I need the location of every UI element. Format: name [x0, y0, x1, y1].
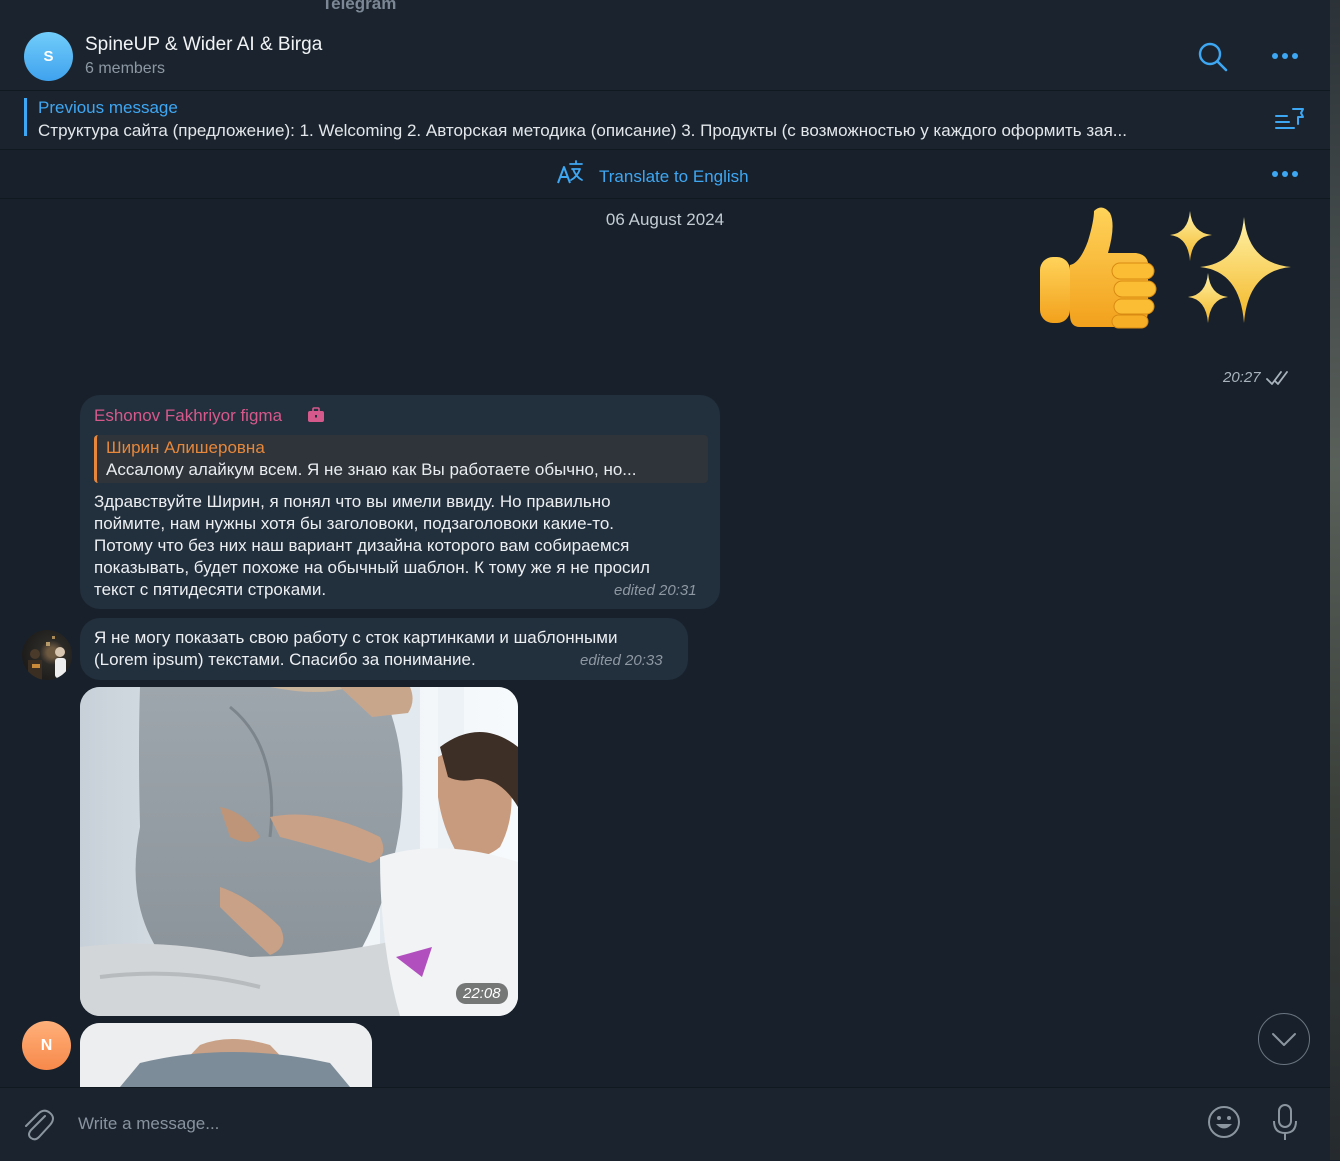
sparkles-icon [1170, 211, 1291, 323]
reply-quote[interactable]: Ширин Алишеровна Ассалому алайкум всем. … [94, 435, 708, 483]
message-input[interactable] [76, 1108, 1180, 1140]
message-time: 20:27 [1223, 369, 1261, 386]
message-text: Я не могу показать свою работу с сток ка… [94, 627, 617, 671]
message-line: поймите, нам нужны хотя бы заголовоки, п… [94, 514, 615, 533]
sender-avatar[interactable] [22, 630, 72, 680]
emoji-icon[interactable] [1206, 1104, 1242, 1140]
message-line: Потому что без них наш вариант дизайна к… [94, 536, 630, 555]
chat-header: S SpineUP & Wider AI & Birga 6 members [0, 22, 1330, 91]
briefcase-icon [307, 407, 325, 423]
pinned-accent-bar [24, 98, 27, 136]
message-line: Здравствуйте Ширин, я понял что вы имели… [94, 492, 611, 511]
sender-avatar-n[interactable]: N [22, 1021, 71, 1070]
sender-name[interactable]: Eshonov Fakhriyor figma [94, 406, 282, 426]
chat-title[interactable]: SpineUP & Wider AI & Birga [85, 34, 322, 56]
message-bubble[interactable]: Eshonov Fakhriyor figma Ширин Алишеровна… [80, 395, 720, 609]
message-meta: edited 20:33 [580, 652, 663, 669]
pinned-label: Previous message [38, 98, 178, 117]
members-count: 6 members [85, 60, 166, 77]
more-icon[interactable] [1270, 44, 1302, 68]
pinned-list-icon[interactable] [1274, 107, 1306, 133]
translate-button[interactable]: Translate to English [599, 167, 749, 187]
microphone-icon[interactable] [1270, 1102, 1300, 1142]
photo-time: 22:08 [456, 983, 508, 1004]
reply-author: Ширин Алишеровна [106, 438, 265, 457]
read-check-icon [1266, 370, 1292, 386]
chat-avatar[interactable]: S [24, 32, 73, 81]
translate-icon[interactable] [556, 160, 584, 188]
thumbs-up-icon [1040, 207, 1157, 329]
sticker-message[interactable] [1036, 203, 1296, 335]
message-line: показывать, будет похоже на обычный шабл… [94, 558, 650, 577]
message-meta: edited 20:31 [614, 582, 697, 599]
translate-bar: Translate to English [0, 150, 1330, 199]
scroll-down-button[interactable] [1258, 1013, 1310, 1065]
message-bubble[interactable]: Я не могу показать свою работу с сток ка… [80, 618, 688, 680]
search-icon[interactable] [1196, 40, 1230, 74]
photo-message[interactable] [80, 687, 518, 1016]
paperclip-icon[interactable] [20, 1106, 54, 1142]
message-line: Я не могу показать свою работу с сток ка… [94, 628, 618, 647]
pinned-message-bar[interactable]: Previous message Структура сайта (предло… [0, 91, 1330, 150]
window-titlebar: Telegram [0, 0, 1330, 22]
reply-text: Ассалому алайкум всем. Я не знаю как Вы … [106, 460, 637, 479]
pinned-text: Структура сайта (предложение): 1. Welcom… [38, 121, 1127, 140]
window-title: Telegram [322, 0, 397, 13]
desktop-edge [1330, 0, 1340, 1160]
message-line: (Lorem ipsum) текстами. Спасибо за поним… [94, 650, 476, 669]
photo-message-partial[interactable] [80, 1023, 372, 1087]
translate-more-icon[interactable] [1270, 164, 1302, 184]
message-composer [0, 1087, 1330, 1161]
